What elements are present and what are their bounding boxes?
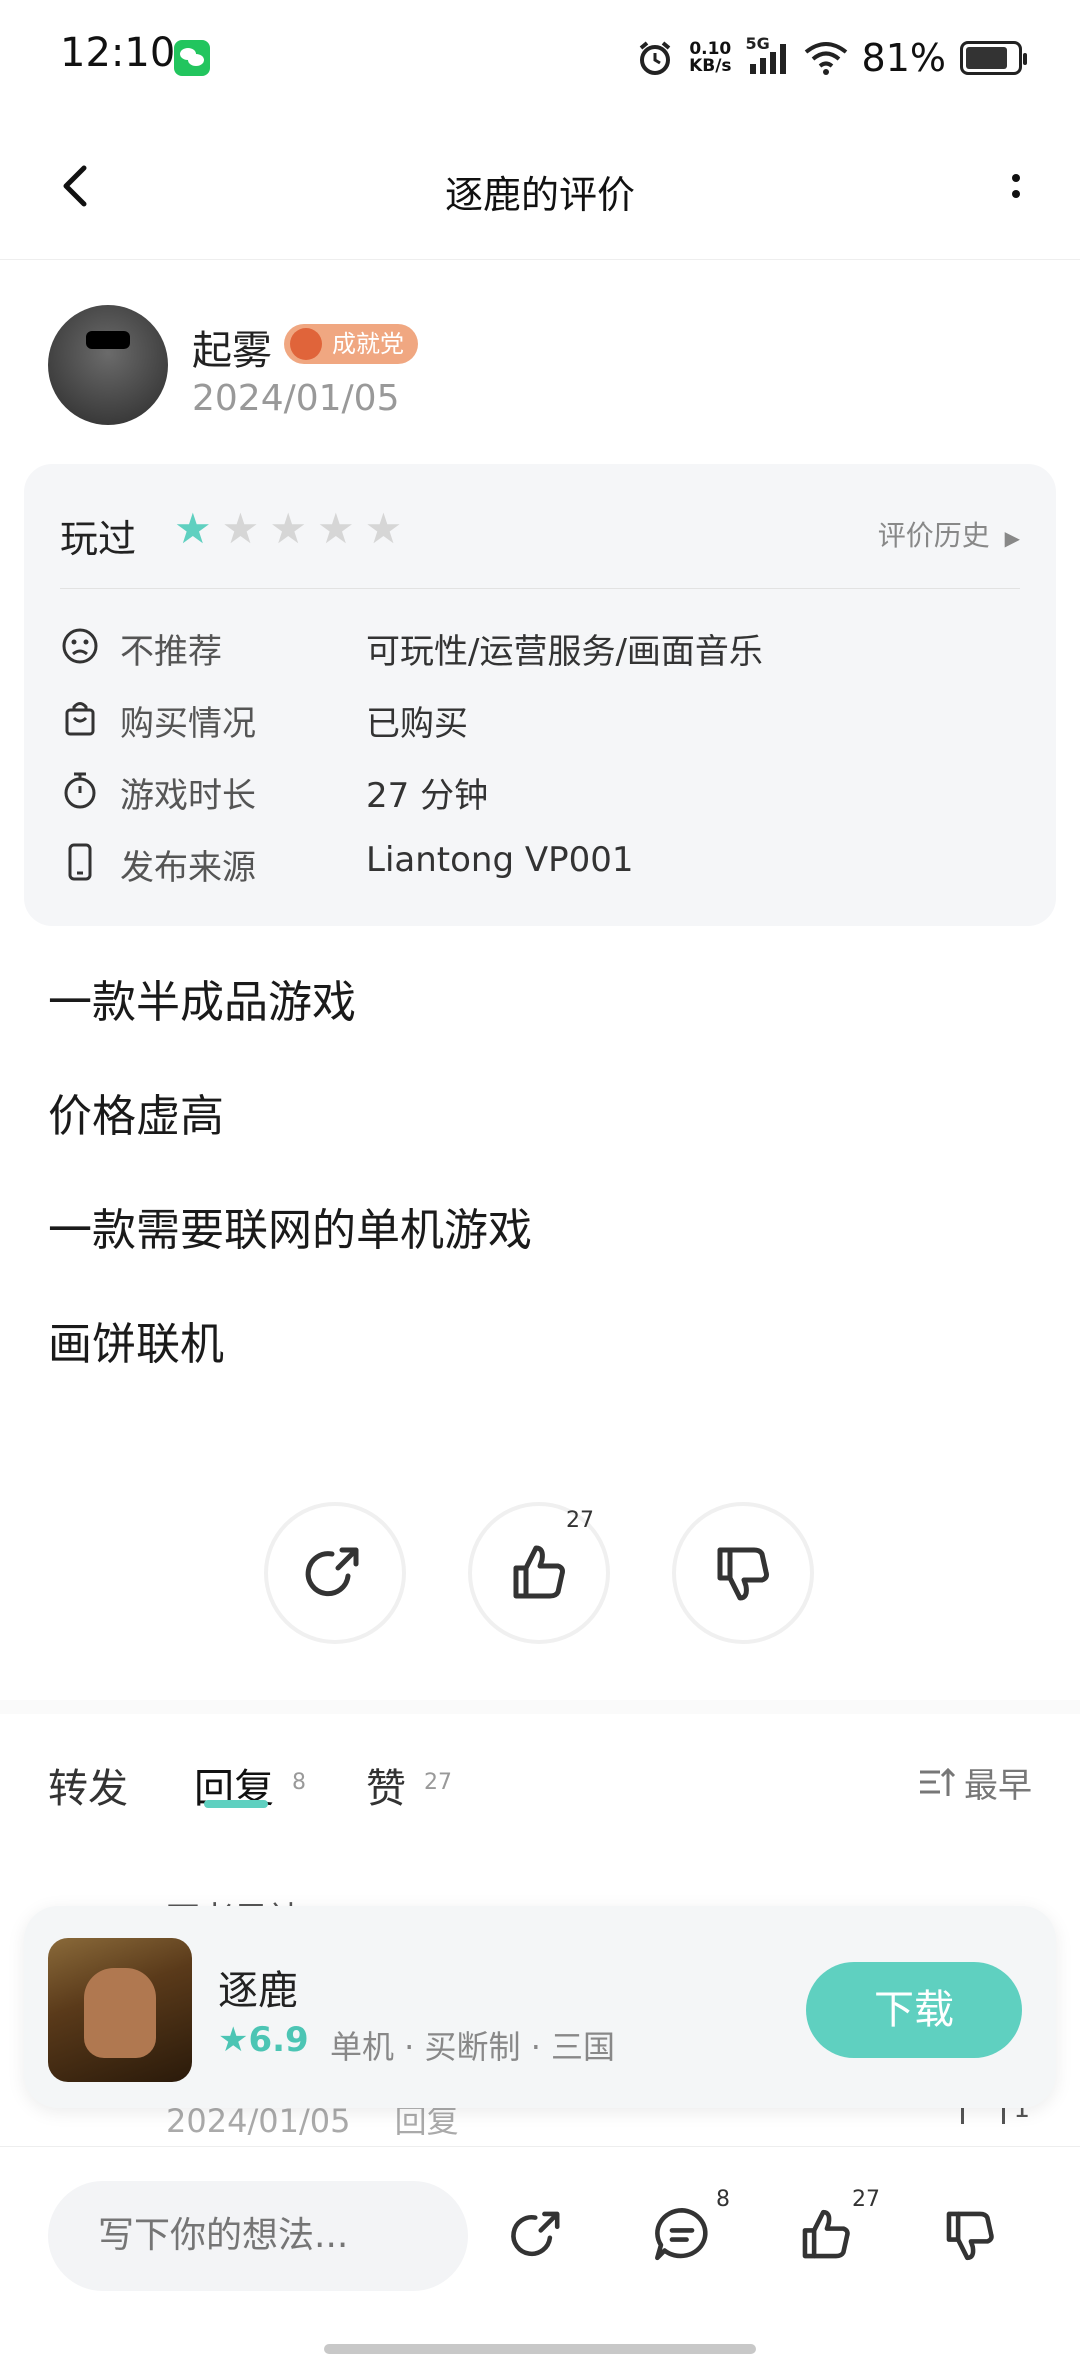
status-time: 12:10 [60,30,176,76]
battery-icon [960,41,1027,75]
dislike-button[interactable] [672,1502,814,1644]
thumbs-down-icon [717,1547,769,1601]
game-name: 逐鹿 [218,1968,298,2014]
battery-level [966,47,1007,69]
net-speed: 0.10 KB/s [689,41,731,75]
info-value: Liantong VP001 [366,840,634,880]
page-title: 逐鹿的评价 [444,173,635,217]
like-count: 27 [566,1508,594,1533]
info-key: 不推荐 [120,632,222,672]
info-value: 27 分钟 [366,776,489,816]
bottom-like-count: 27 [852,2187,880,2212]
review-text-line: 一款需要联网的单机游戏 [48,1205,532,1256]
home-indicator[interactable] [324,2344,756,2354]
review-text-line: 画饼联机 [48,1319,224,1370]
wechat-notification-icon [174,40,210,76]
star-rating: ★ ★ ★ ★ ★ [174,508,402,550]
info-row-purchase: 购买情况 已购买 [60,692,1020,744]
sort-button[interactable]: 最早 [918,1758,1032,1807]
share-button[interactable] [264,1502,406,1644]
badge-label: 成就党 [332,330,404,358]
trophy-icon [290,328,322,360]
download-button[interactable]: 下载 [806,1962,1022,2058]
game-tags: 单机 · 买断制 · 三国 [330,2028,616,2066]
star-icon: ★ [218,2020,249,2060]
phone-icon [68,843,92,881]
more-button[interactable] [980,156,1040,216]
section-divider [0,1700,1080,1714]
tab-repost[interactable]: 转发 [48,1756,128,1814]
game-icon [48,1938,192,2082]
star-empty-icon: ★ [269,504,307,553]
active-tab-indicator [204,1800,268,1808]
review-summary-card: 玩过 ★ ★ ★ ★ ★ 评价历史 ▶ 不推荐 可玩性/运营服务/画面音乐 购买情况 已… [24,464,1056,926]
cellular-signal-icon: 5G [746,34,790,78]
info-value: 已购买 [366,704,468,744]
comment-icon [655,2208,708,2261]
stopwatch-icon [64,772,96,809]
review-text-line: 价格虚高 [48,1091,224,1142]
star-empty-icon: ★ [221,504,260,553]
info-value: 可玩性/运营服务/画面音乐 [366,632,763,672]
played-label: 玩过 [60,517,137,561]
comment-count: 8 [716,2187,730,2212]
star-filled-icon: ★ [174,504,212,553]
dislike-button[interactable] [932,2197,1008,2273]
game-rating: ★6.9 [218,2020,309,2060]
comment-input[interactable] [48,2181,468,2291]
game-rating-value: 6.9 [248,2020,309,2060]
thumbs-down-icon [946,2211,994,2261]
thumbs-up-icon [802,2209,850,2259]
like-tab-count: 27 [424,1770,452,1795]
author-name[interactable]: 起雾 [192,318,272,376]
thumbs-up-icon [513,1545,565,1599]
status-bar: 12:10 0.10 KB/s 5G 81% [0,0,1080,120]
shopping-bag-icon [65,702,95,736]
info-row-recommend: 不推荐 可玩性/运营服务/画面音乐 [60,620,1020,672]
tab-like[interactable]: 赞 [366,1756,406,1814]
game-card[interactable]: 逐鹿 ★6.9 单机 · 买断制 · 三国 下载 [24,1906,1056,2108]
bottom-action-bar: 8 27 [0,2146,1080,2376]
comment-button[interactable] [644,2197,720,2273]
share-icon [305,1547,359,1597]
share-button[interactable] [500,2197,576,2273]
status-icons: 0.10 KB/s 5G 81% [635,34,1027,80]
triangle-right-icon: ▶ [1004,526,1020,550]
card-divider [60,588,1020,589]
wifi-icon [804,42,847,75]
info-key: 游戏时长 [120,776,256,816]
info-key: 购买情况 [120,704,256,744]
info-row-playtime: 游戏时长 27 分钟 [60,764,1020,816]
info-key: 发布来源 [120,848,256,888]
sort-label: 最早 [964,1766,1032,1806]
info-row-device: 发布来源 Liantong VP001 [60,836,1020,888]
star-empty-icon: ★ [364,504,403,553]
author-avatar[interactable] [48,305,168,425]
battery-percent: 81% [861,36,946,80]
review-history-link[interactable]: 评价历史 ▶ [878,514,1020,554]
post-date: 2024/01/05 [192,378,400,419]
alarm-icon [639,41,671,75]
sort-icon [920,1767,956,1796]
review-history-label: 评价历史 [877,519,990,552]
top-nav: 逐鹿的评价 [0,120,1080,260]
star-empty-icon: ★ [316,504,355,553]
sad-face-icon [62,628,98,664]
achievement-badge[interactable]: 成就党 [284,324,418,364]
share-icon [511,2211,560,2257]
review-text-line: 一款半成品游戏 [48,977,356,1028]
net-speed-unit: KB/s [689,56,732,76]
more-vertical-icon [1012,174,1020,198]
reply-count: 8 [292,1770,306,1795]
